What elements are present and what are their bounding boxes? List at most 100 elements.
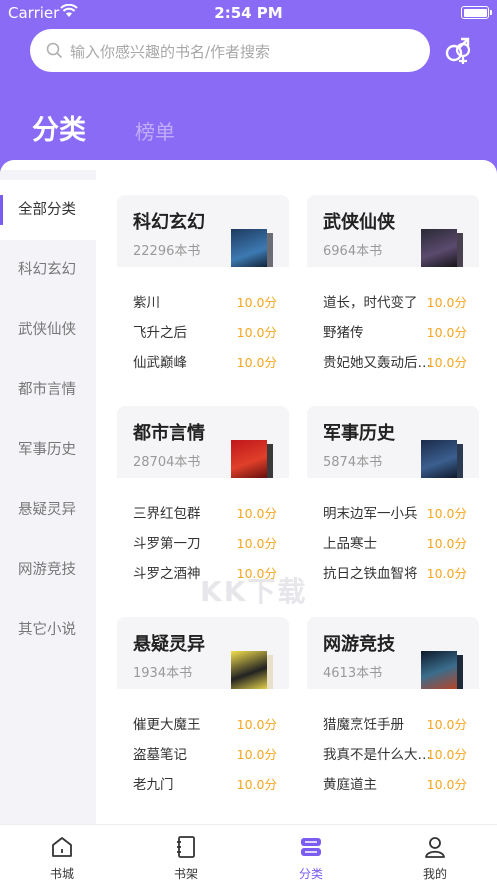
nav-bookshelf[interactable]: 书架 (124, 825, 248, 883)
book-cover-image (231, 229, 267, 269)
nav-bookstore[interactable]: 书城 (0, 825, 124, 883)
category-card[interactable]: 武侠仙侠 6964本书 道长，时代变了 10.0分 野猪传 10.0分 贵妃她又轰动… (307, 195, 479, 389)
nav-label: 书城 (49, 867, 74, 881)
book-cover-image (421, 229, 457, 269)
home-icon (52, 837, 72, 857)
book-name: 野猪传 (323, 325, 364, 341)
card-header: 都市言情 28704本书 (117, 406, 289, 480)
book-name: 仙武巅峰 (133, 355, 187, 371)
book-score: 10.0分 (426, 506, 467, 521)
book-row[interactable]: 道长，时代变了 10.0分 (323, 283, 479, 313)
book-name: 猎魔烹饪手册 (323, 717, 404, 733)
category-icon (301, 838, 321, 856)
book-score: 10.0分 (426, 717, 467, 732)
search-input[interactable]: 输入你感兴趣的书名/作者搜索 (30, 29, 430, 72)
book-name: 三界红包群 (133, 506, 201, 522)
card-title: 科幻玄幻 (133, 212, 205, 233)
book-score: 10.0分 (426, 747, 467, 762)
sidebar-item-gaming[interactable]: 网游竞技 (0, 540, 96, 600)
category-card[interactable]: 网游竞技 4613本书 猎魔烹饪手册 10.0分 我真不是什么大魔王 10.0分 黄… (307, 617, 479, 811)
bookshelf-icon (177, 836, 195, 858)
book-cover-image (231, 651, 267, 691)
book-name: 飞升之后 (133, 325, 187, 341)
card-title: 悬疑灵异 (133, 634, 205, 655)
card-title: 都市言情 (133, 423, 205, 444)
book-row[interactable]: 仙武巅峰 10.0分 (133, 343, 289, 373)
search-placeholder: 输入你感兴趣的书名/作者搜索 (70, 43, 271, 61)
book-name: 我真不是什么大魔王 (323, 747, 435, 763)
sidebar-item-military[interactable]: 军事历史 (0, 420, 96, 480)
sidebar-item-mystery[interactable]: 悬疑灵异 (0, 480, 96, 540)
card-book-list: 催更大魔王 10.0分 盗墓笔记 10.0分 老九门 10.0分 (117, 689, 289, 811)
card-header: 军事历史 5874本书 (307, 406, 479, 480)
book-row[interactable]: 猎魔烹饪手册 10.0分 (323, 705, 479, 735)
book-score: 10.0分 (426, 536, 467, 551)
card-count: 4613本书 (323, 666, 383, 681)
book-row[interactable]: 黄庭道主 10.0分 (323, 765, 479, 795)
nav-category[interactable]: 分类 (249, 825, 373, 883)
card-title: 武侠仙侠 (323, 212, 395, 233)
book-row[interactable]: 贵妃她又轰动后宫了 10.0分 (323, 343, 479, 373)
book-row[interactable]: 我真不是什么大魔王 10.0分 (323, 735, 479, 765)
status-bar: Carrier 2:54 PM (0, 0, 497, 26)
sidebar-item-urban[interactable]: 都市言情 (0, 360, 96, 420)
nav-label: 我的 (422, 867, 447, 881)
book-score: 10.0分 (426, 566, 467, 581)
book-row[interactable]: 三界红包群 10.0分 (133, 494, 289, 524)
category-card[interactable]: 悬疑灵异 1934本书 催更大魔王 10.0分 盗墓笔记 10.0分 老九门 10.0… (117, 617, 289, 811)
book-name: 黄庭道主 (323, 777, 377, 793)
book-score: 10.0分 (236, 506, 277, 521)
book-score: 10.0分 (236, 355, 277, 370)
card-count: 1934本书 (133, 666, 193, 681)
card-book-list: 猎魔烹饪手册 10.0分 我真不是什么大魔王 10.0分 黄庭道主 10.0分 (307, 689, 479, 811)
tab-category[interactable]: 分类 (32, 108, 86, 147)
card-count: 6964本书 (323, 244, 383, 259)
book-row[interactable]: 盗墓笔记 10.0分 (133, 735, 289, 765)
sidebar-item-wuxia[interactable]: 武侠仙侠 (0, 300, 96, 360)
book-name: 道长，时代变了 (323, 295, 418, 311)
content-area: 全部分类 科幻玄幻 武侠仙侠 都市言情 军事历史 悬疑灵异 网游竞技 其它小说 … (0, 160, 497, 824)
watermark: KK下载 (200, 575, 308, 608)
card-book-list: 紫川 10.0分 飞升之后 10.0分 仙武巅峰 10.0分 (117, 267, 289, 389)
book-row[interactable]: 斗罗第一刀 10.0分 (133, 524, 289, 554)
book-score: 10.0分 (236, 717, 277, 732)
category-card[interactable]: 科幻玄幻 22296本书 紫川 10.0分 飞升之后 10.0分 仙武巅峰 10.0分 (117, 195, 289, 389)
book-row[interactable]: 野猪传 10.0分 (323, 313, 479, 343)
nav-label: 书架 (173, 867, 198, 881)
card-count: 5874本书 (323, 455, 383, 470)
book-cover-image (421, 651, 457, 691)
book-score: 10.0分 (236, 536, 277, 551)
book-row[interactable]: 抗日之铁血智将 10.0分 (323, 554, 479, 584)
book-name: 抗日之铁血智将 (323, 566, 418, 582)
sidebar-item-other[interactable]: 其它小说 (0, 600, 96, 660)
bottom-nav: 书城 书架 分类 我的 (0, 824, 497, 883)
card-header: 悬疑灵异 1934本书 (117, 617, 289, 691)
category-card[interactable]: 军事历史 5874本书 明末边军一小兵 10.0分 上品寒士 10.0分 抗日之铁血… (307, 406, 479, 600)
book-row[interactable]: 飞升之后 10.0分 (133, 313, 289, 343)
book-name: 贵妃她又轰动后宫了 (323, 355, 435, 371)
book-name: 明末边军一小兵 (323, 506, 418, 522)
gender-switch-icon[interactable] (441, 36, 475, 66)
card-title: 军事历史 (323, 423, 395, 444)
book-row[interactable]: 明末边军一小兵 10.0分 (323, 494, 479, 524)
book-name: 斗罗第一刀 (133, 536, 201, 552)
book-score: 10.0分 (236, 747, 277, 762)
book-cover-image (421, 440, 457, 480)
card-title: 网游竞技 (323, 634, 395, 655)
book-row[interactable]: 老九门 10.0分 (133, 765, 289, 795)
book-row[interactable]: 紫川 10.0分 (133, 283, 289, 313)
book-score: 10.0分 (236, 325, 277, 340)
sidebar-item-scifi[interactable]: 科幻玄幻 (0, 240, 96, 300)
nav-profile[interactable]: 我的 (373, 825, 497, 883)
sidebar-item-all[interactable]: 全部分类 (0, 180, 96, 240)
book-row[interactable]: 催更大魔王 10.0分 (133, 705, 289, 735)
battery-icon (461, 6, 492, 19)
card-header: 网游竞技 4613本书 (307, 617, 479, 691)
book-score: 10.0分 (236, 295, 277, 310)
card-book-list: 明末边军一小兵 10.0分 上品寒士 10.0分 抗日之铁血智将 10.0分 (307, 478, 479, 600)
book-score: 10.0分 (426, 355, 467, 370)
tab-ranking[interactable]: 榜单 (135, 116, 175, 145)
book-score: 10.0分 (426, 777, 467, 792)
book-name: 上品寒士 (323, 536, 377, 552)
book-row[interactable]: 上品寒士 10.0分 (323, 524, 479, 554)
